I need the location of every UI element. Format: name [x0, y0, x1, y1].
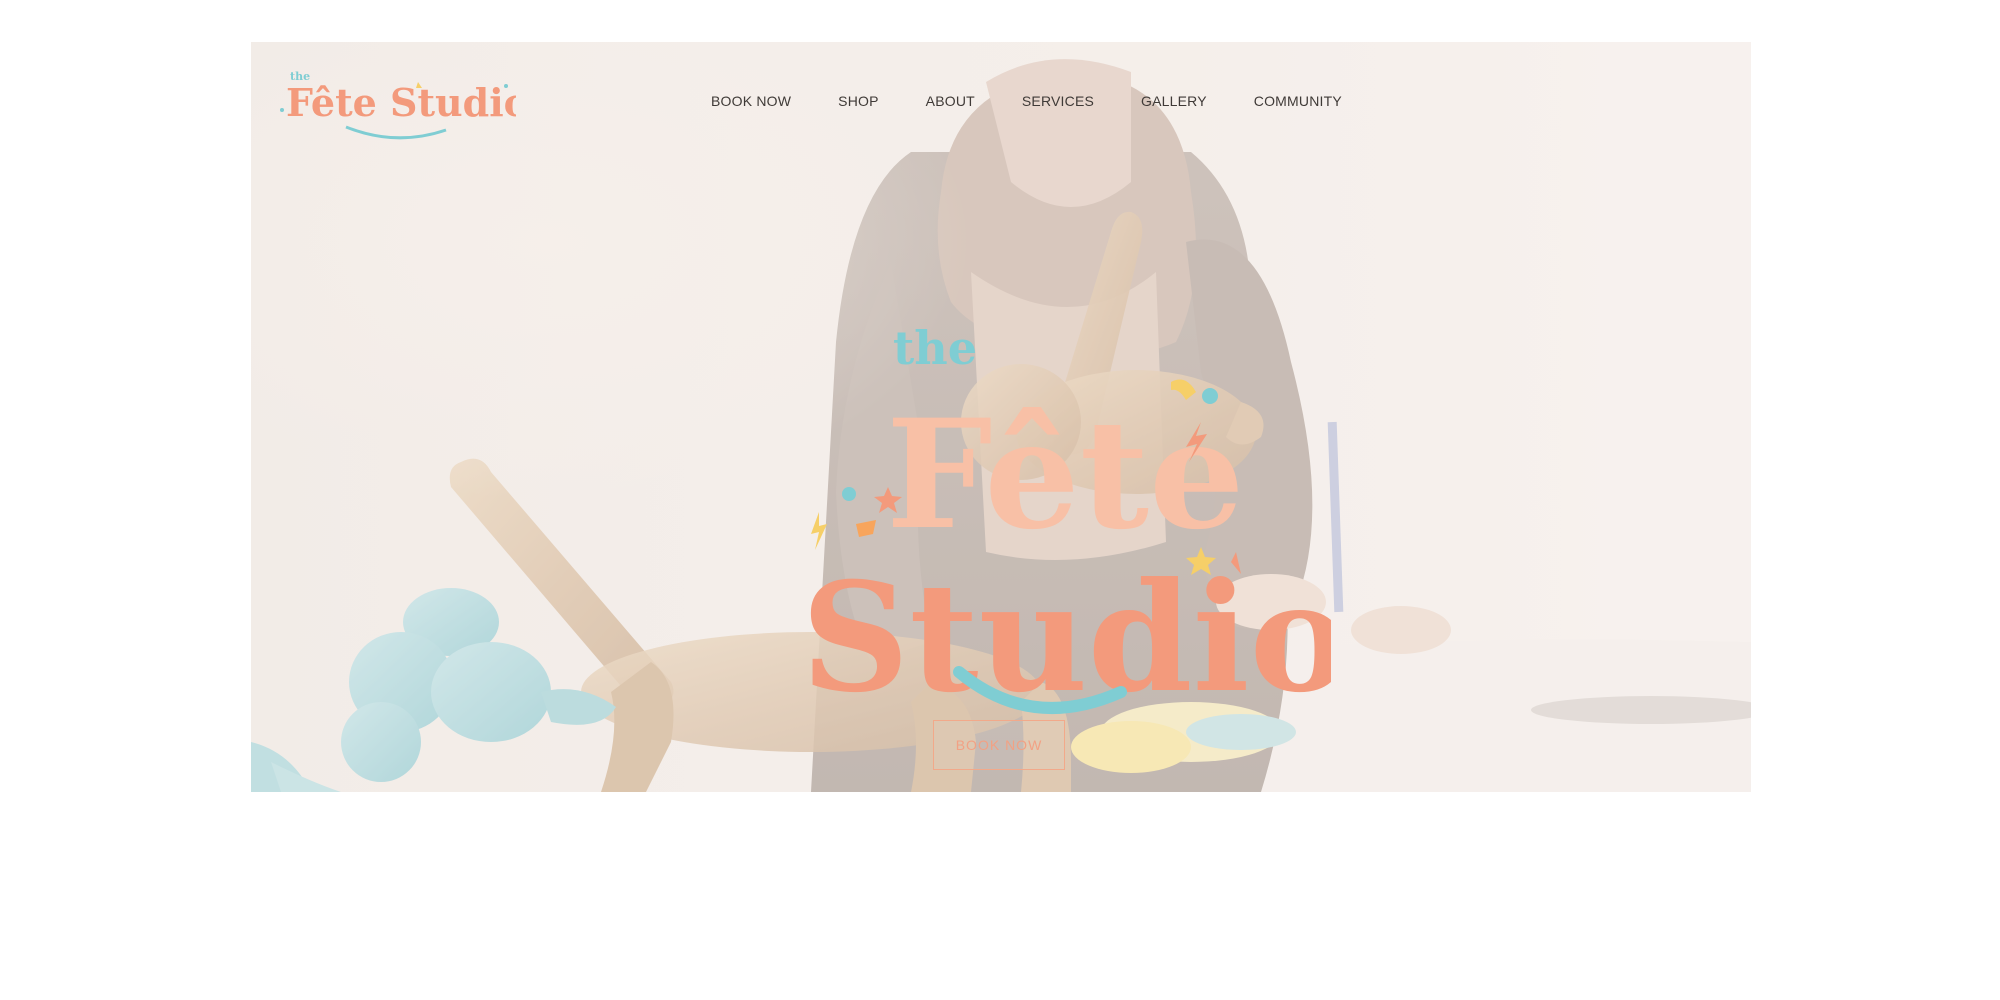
logo-swash — [345, 125, 447, 140]
nav-about[interactable]: ABOUT — [926, 93, 975, 109]
hero-brand-fete: Fête — [886, 387, 1244, 563]
nav-services[interactable]: SERVICES — [1022, 93, 1094, 109]
hero-section: the Fête Studio BOOK NOW SHOP ABOUT SERV… — [251, 42, 1751, 792]
logo-confetti-dot — [504, 84, 508, 88]
nav-gallery[interactable]: GALLERY — [1141, 93, 1207, 109]
confetti-ribbon-orange — [856, 520, 876, 537]
confetti-bolt-yellow — [811, 512, 827, 550]
nav-community[interactable]: COMMUNITY — [1254, 93, 1342, 109]
nav-shop[interactable]: SHOP — [838, 93, 878, 109]
confetti-dot-teal-left — [842, 487, 856, 501]
brand-logo[interactable]: the Fête Studio — [276, 52, 516, 152]
logo-confetti-dot — [280, 108, 284, 112]
hero-brand-the: the — [893, 321, 977, 375]
logo-name: Fête Studio — [286, 80, 516, 125]
confetti-dot-teal — [1202, 388, 1218, 404]
hero-brand-mark: the Fête Studio — [801, 321, 1331, 726]
hero-brand-studio: Studio — [801, 550, 1331, 726]
main-nav: BOOK NOW SHOP ABOUT SERVICES GALLERY COM… — [711, 90, 1342, 112]
hero-brand-word-fete: Fête — [886, 387, 1244, 563]
nav-book-now[interactable]: BOOK NOW — [711, 93, 791, 109]
hero-book-now-button[interactable]: BOOK NOW — [933, 720, 1065, 770]
hero-brand-word-studio: Studio — [801, 550, 1331, 726]
